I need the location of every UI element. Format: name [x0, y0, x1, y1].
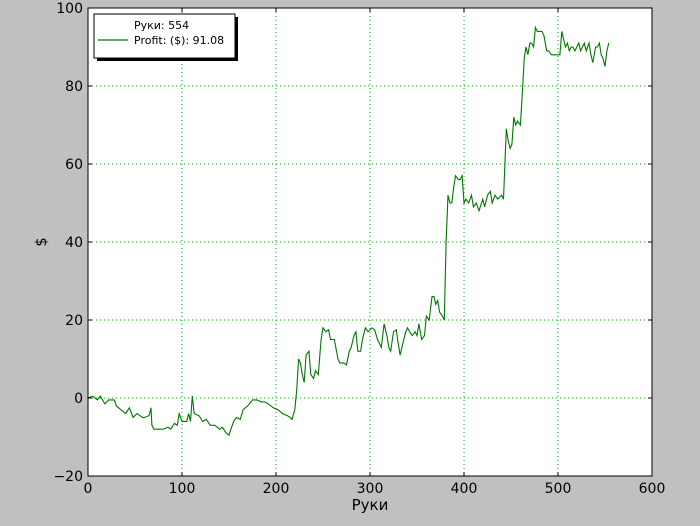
x-tick-label: 0: [84, 481, 93, 497]
y-tick-label: 40: [65, 235, 83, 251]
chart-figure: 0 100 200 300 400 500 600 −20 0 20 40 60 80 100 Руки…: [0, 0, 700, 522]
chart-svg: 0 100 200 300 400 500 600 −20020406080100 Руки…: [32, 1, 666, 514]
legend-hands-entry: Руки: 554: [134, 19, 189, 32]
y-tick-label: 80: [65, 79, 83, 95]
y-axis-label: $: [32, 237, 50, 247]
x-tick-label: 500: [545, 481, 572, 497]
x-tick-label: 300: [357, 481, 384, 497]
y-tick-label: −20: [53, 469, 83, 485]
x-tick-label: 200: [263, 481, 290, 497]
y-tick-label: 20: [65, 313, 83, 329]
y-tick-label: 0: [74, 391, 83, 407]
x-tick-label: 400: [451, 481, 478, 497]
x-tick-label: 600: [639, 481, 666, 497]
x-axis-label: Руки: [352, 496, 389, 514]
y-tick-label: 100: [56, 1, 83, 17]
legend-profit-entry: Profit: ($): 91.08: [134, 34, 224, 47]
legend: Руки: 554 Profit: ($): 91.08: [93, 13, 238, 61]
x-tick-label: 100: [169, 481, 196, 497]
y-tick-label: 60: [65, 157, 83, 173]
